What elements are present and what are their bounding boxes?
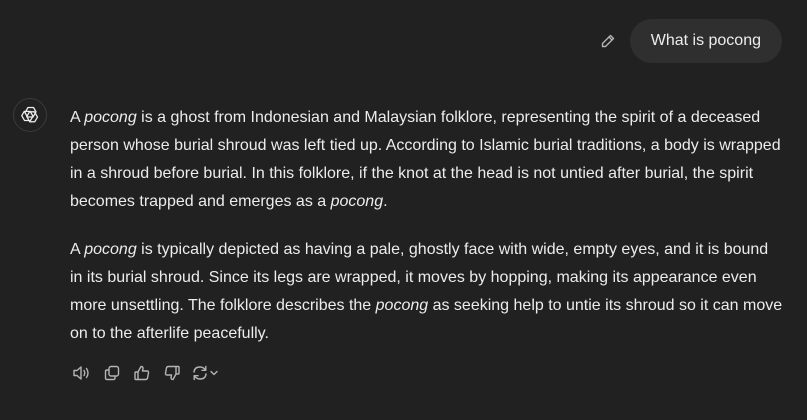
pencil-icon [601,34,614,48]
assistant-avatar [13,98,47,132]
good-response-button[interactable] [128,361,156,385]
openai-logo-icon [21,106,39,123]
read-aloud-icon [73,366,89,380]
regenerate-icon [193,365,207,381]
text-run: A [70,109,85,126]
italic-term: pocong [84,241,137,258]
assistant-message: A pocong is a ghost from Indonesian and … [70,104,785,368]
italic-term: pocong [330,193,384,210]
chat-page: What is pocong A pocong is a ghost from … [0,0,807,420]
assistant-paragraph: A pocong is a ghost from Indonesian and … [70,104,785,216]
copy-button[interactable] [98,361,126,385]
text-run: A [70,241,85,258]
assistant-paragraph: A pocong is typically depicted as having… [70,236,785,348]
user-message-row: What is pocong [594,19,782,63]
thumbs-up-icon [134,365,150,381]
italic-term: pocong [375,297,429,314]
text-run: . [383,193,388,210]
edit-message-button[interactable] [594,27,622,55]
chevron-down-icon [210,370,218,376]
message-actions [68,361,224,385]
user-message-bubble: What is pocong [629,19,782,63]
copy-icon [104,365,120,381]
read-aloud-button[interactable] [68,361,96,385]
regenerate-button[interactable] [188,361,222,385]
italic-term: pocong [84,109,137,126]
thumbs-down-icon [164,365,180,381]
text-run: is a ghost from Indonesian and Malaysian… [70,109,781,210]
bad-response-button[interactable] [158,361,186,385]
